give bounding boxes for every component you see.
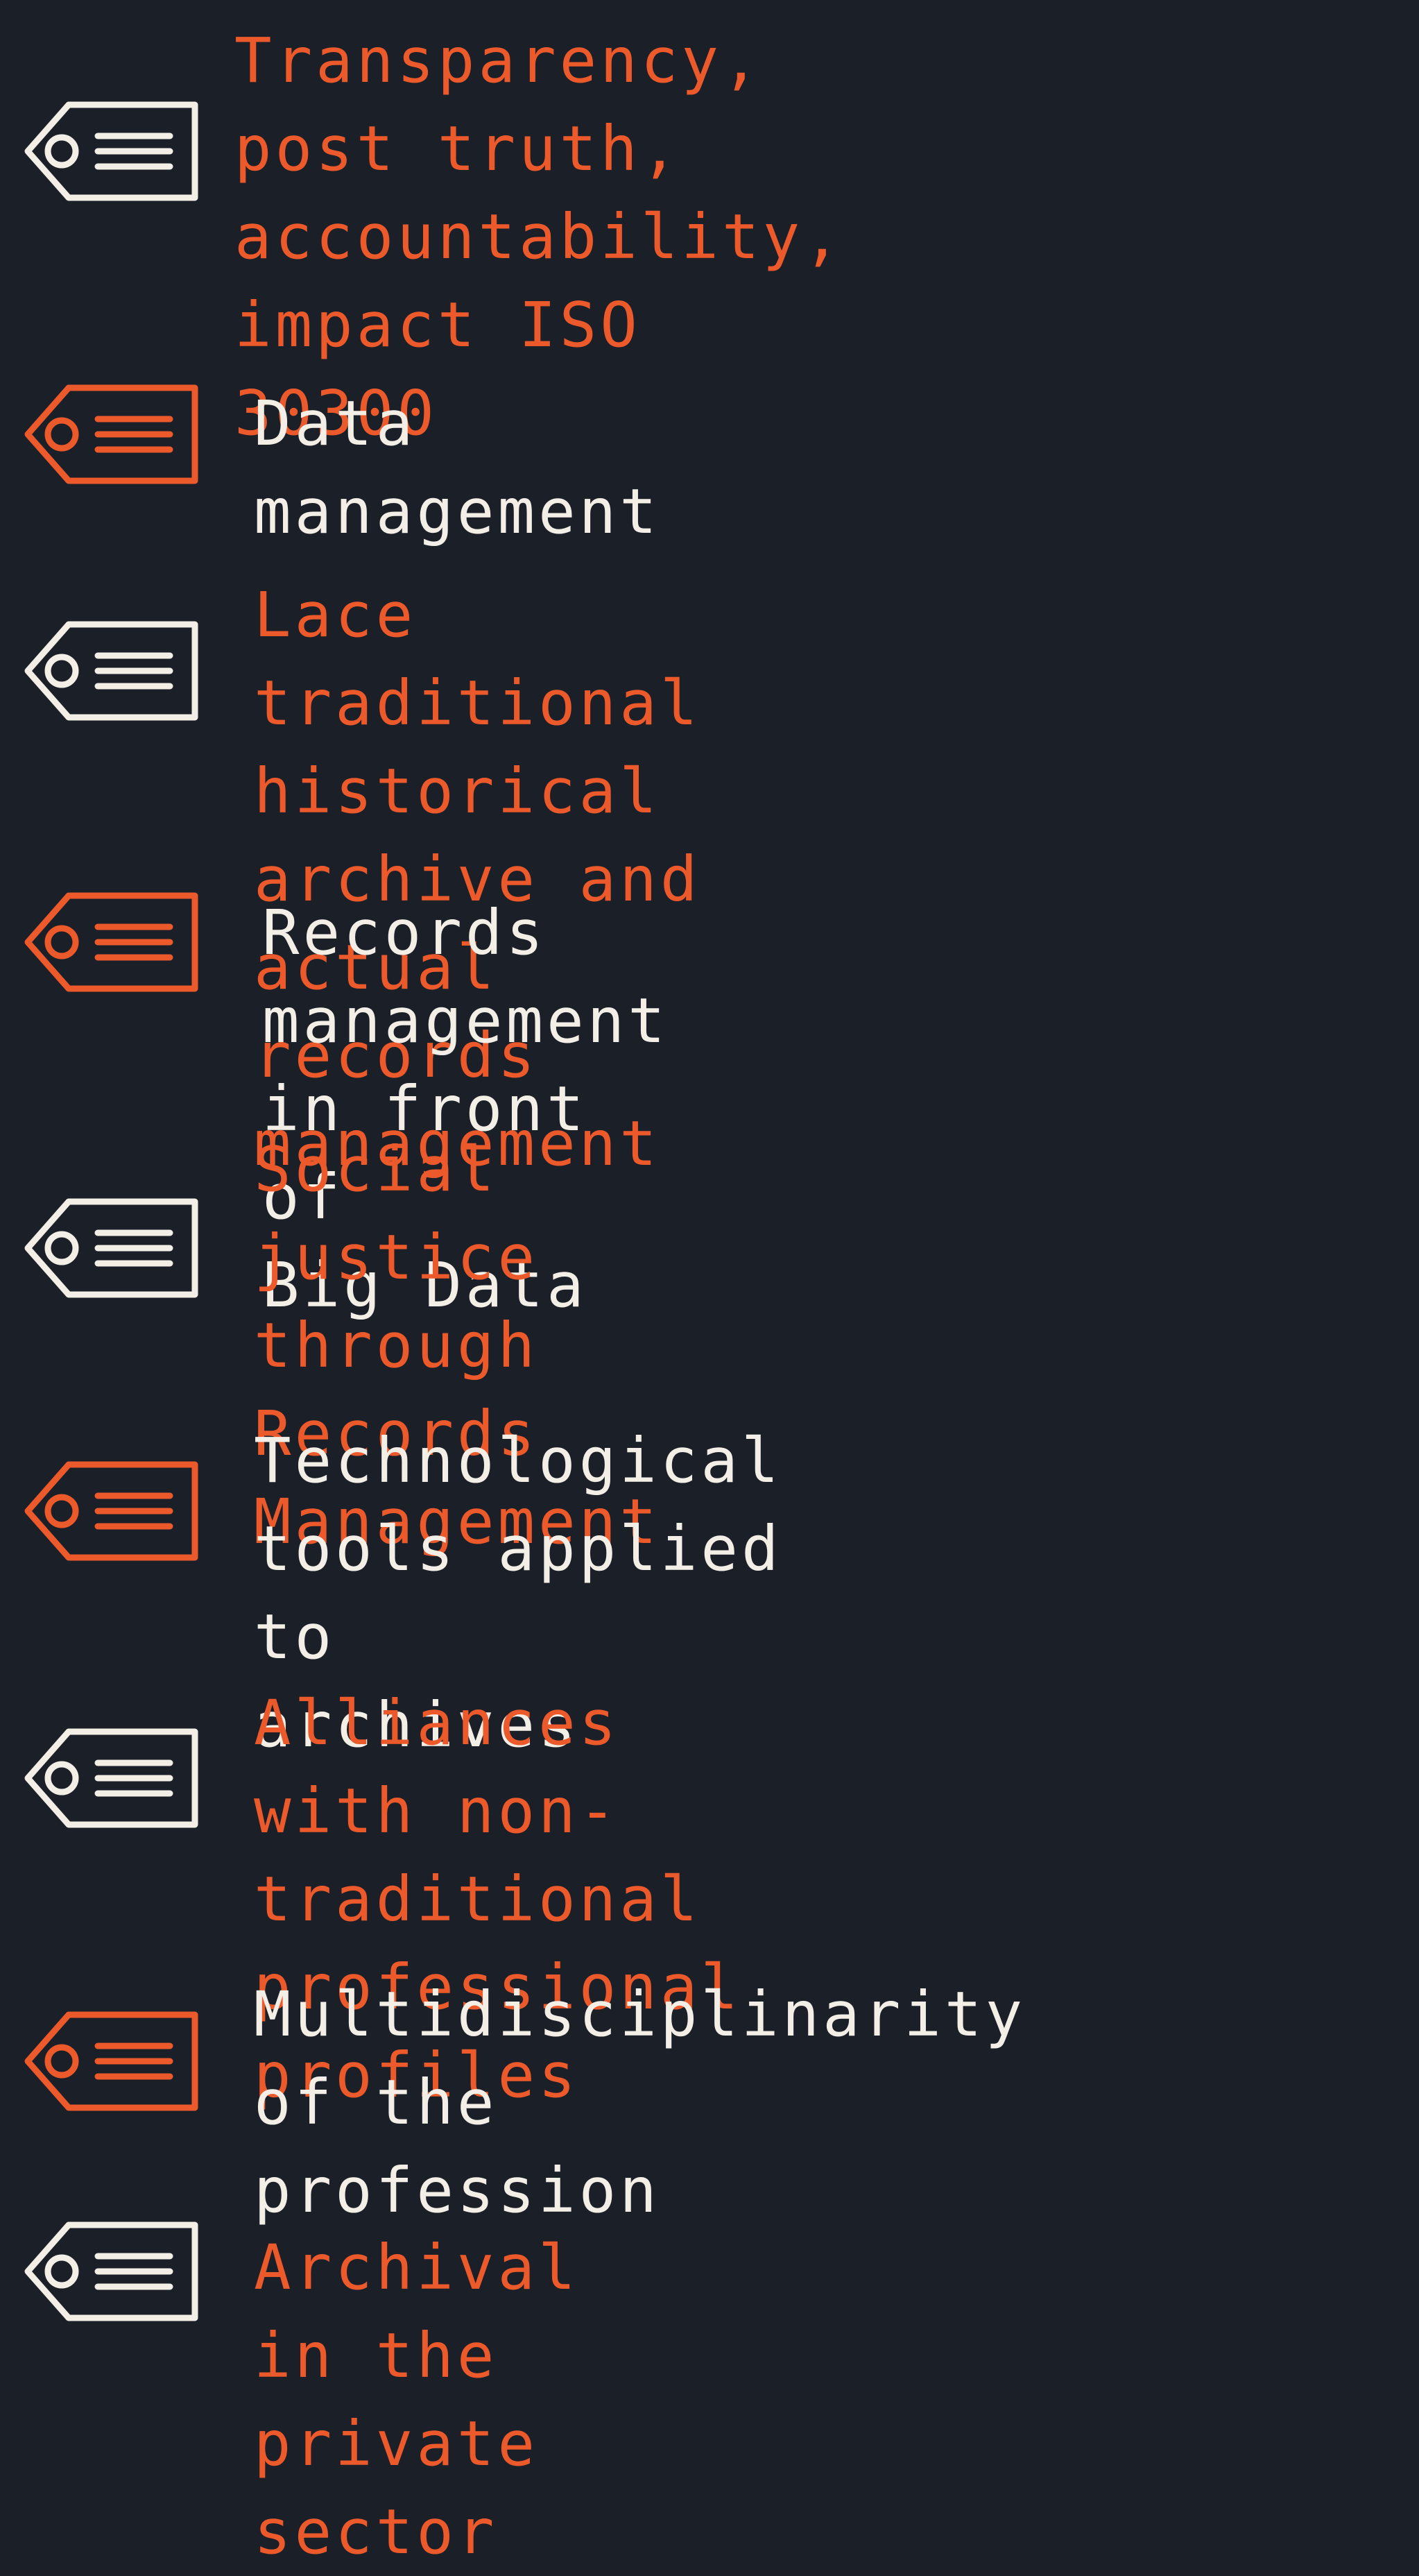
- price-tag-icon: [23, 2010, 200, 2113]
- price-tag-icon: [23, 620, 200, 722]
- price-tag-icon: [23, 383, 200, 486]
- list-item-label: Multidisciplinarity of the profession: [254, 1978, 1026, 2226]
- price-tag-icon: [23, 2220, 200, 2323]
- price-tag-icon: [23, 100, 200, 203]
- list-item-label: Archival in the private sector: [254, 2231, 620, 2568]
- price-tag-icon: [23, 1197, 200, 1299]
- price-tag-icon: [23, 891, 200, 993]
- price-tag-icon: [23, 1727, 200, 1829]
- list-item-label: Data management: [254, 387, 660, 547]
- price-tag-icon: [23, 1460, 200, 1562]
